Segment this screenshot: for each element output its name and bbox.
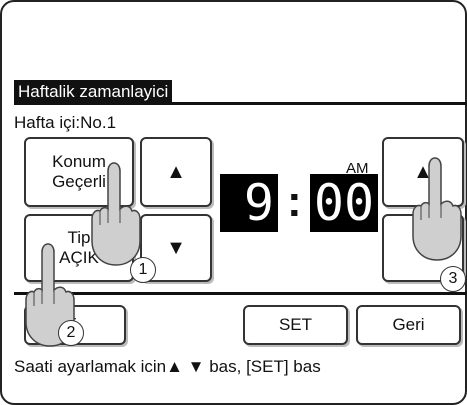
button-row-divider (14, 292, 467, 295)
down-arrow-icon: ▼ (166, 237, 186, 259)
day-label: Hafta içi:No.1 (14, 113, 117, 132)
pointing-hand-icon (412, 157, 462, 261)
set-button-label: SET (278, 315, 313, 334)
am-pm-indicator: AM (346, 160, 369, 177)
instruction-text: Saati ayarlamak icin▲ ▼ bas, [SET] bas (14, 357, 321, 376)
pointing-hand-icon (91, 162, 141, 266)
set-button[interactable]: SET (243, 305, 348, 345)
title-bar: Haftalik zamanlayici (2, 80, 467, 105)
back-button-label: Geri (392, 315, 425, 334)
callout-2: 2 (58, 320, 84, 346)
remote-controller-screen: Haftalik zamanlayici Hafta içi:No.1 Konu… (0, 0, 467, 405)
back-button[interactable]: Geri (356, 305, 461, 345)
hour-display: 9 (220, 174, 278, 232)
up-arrow-icon: ▲ (166, 161, 186, 183)
callout-3: 3 (440, 266, 466, 292)
time-separator: : (287, 177, 302, 226)
callout-1: 1 (130, 257, 156, 283)
title-divider (14, 102, 467, 105)
minute-display: 00 (310, 174, 378, 232)
hour-up-button[interactable]: ▲ (140, 137, 212, 207)
screen-title: Haftalik zamanlayici (14, 80, 173, 104)
